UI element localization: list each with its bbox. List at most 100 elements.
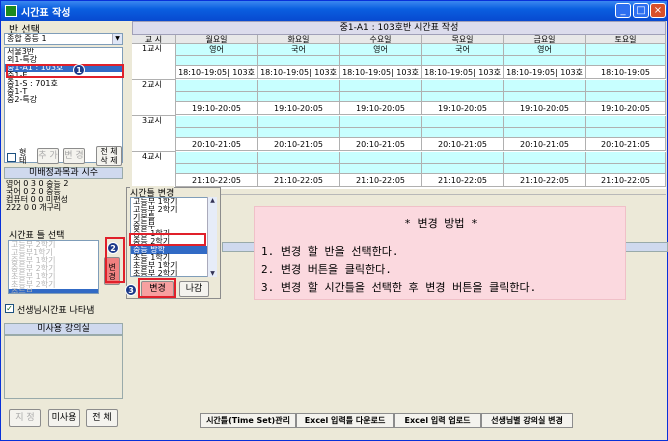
blank-cell[interactable]	[258, 56, 340, 66]
bottom-button[interactable]: 선생님별 강의실 변경	[481, 413, 573, 428]
subject-cell[interactable]	[258, 80, 340, 92]
time-cell[interactable]: 18:10-19:05| 103호	[258, 66, 340, 79]
time-cell[interactable]: 18:10-19:05| 103호	[422, 66, 504, 79]
add-button[interactable]: 추 가	[37, 148, 59, 164]
blank-cell[interactable]	[176, 128, 258, 138]
class-list-item[interactable]: 중2-특강	[5, 96, 122, 104]
blank-cell[interactable]	[258, 92, 340, 102]
unassigned-item[interactable]: 222 0 0 개구리	[4, 204, 123, 212]
blank-cell[interactable]	[258, 128, 340, 138]
shape-checkbox[interactable]	[7, 153, 16, 162]
time-cell[interactable]: 20:10-21:05	[340, 138, 422, 151]
scroll-down-icon[interactable]: ▼	[208, 270, 217, 277]
assign-button[interactable]: 지 정	[9, 409, 41, 427]
subject-cell[interactable]	[176, 152, 258, 164]
time-cell[interactable]: 20:10-21:05	[504, 138, 586, 151]
time-cell[interactable]: 21:10-22:05	[340, 174, 422, 187]
scroll-up-icon[interactable]: ▲	[208, 197, 217, 204]
time-cell[interactable]: 21:10-22:05	[422, 174, 504, 187]
bottom-button[interactable]: 시간틀(Time Set)관리	[200, 413, 296, 428]
time-cell[interactable]: 19:10-20:05	[422, 102, 504, 115]
subject-cell[interactable]	[586, 80, 666, 92]
time-cell[interactable]: 18:10-19:05	[586, 66, 666, 79]
blank-cell[interactable]	[340, 128, 422, 138]
title-bar[interactable]: 시간표 작성 _ □ ×	[1, 1, 667, 21]
blank-cell[interactable]	[176, 164, 258, 174]
close-icon[interactable]: ×	[650, 3, 666, 18]
time-cell[interactable]: 21:10-22:05	[176, 174, 258, 187]
subject-cell[interactable]	[176, 116, 258, 128]
time-cell[interactable]: 19:10-20:05	[258, 102, 340, 115]
chevron-down-icon[interactable]: ▼	[112, 34, 122, 44]
blank-cell[interactable]	[422, 128, 504, 138]
blank-cell[interactable]	[504, 56, 586, 66]
blank-cell[interactable]	[176, 92, 258, 102]
time-cell[interactable]: 20:10-21:05	[586, 138, 666, 151]
time-cell[interactable]: 18:10-19:05| 103호	[504, 66, 586, 79]
time-cell[interactable]: 21:10-22:05	[586, 174, 666, 187]
subject-cell[interactable]	[504, 80, 586, 92]
subject-cell[interactable]	[258, 116, 340, 128]
teacher-checkbox[interactable]: ✓	[5, 304, 14, 313]
subject-cell[interactable]	[422, 80, 504, 92]
subject-cell[interactable]	[340, 152, 422, 164]
bottom-button[interactable]: Excel 입력 업로드	[394, 413, 481, 428]
time-cell[interactable]: 20:10-21:05	[258, 138, 340, 151]
time-cell[interactable]: 20:10-21:05	[422, 138, 504, 151]
popup-exit-button[interactable]: 나감	[179, 281, 209, 297]
delete-all-button[interactable]: 전 체 삭 제	[96, 146, 122, 166]
time-cell[interactable]: 19:10-20:05	[504, 102, 586, 115]
subject-cell[interactable]	[422, 152, 504, 164]
time-cell[interactable]: 19:10-20:05	[586, 102, 666, 115]
blank-cell[interactable]	[422, 92, 504, 102]
subject-cell[interactable]	[504, 116, 586, 128]
time-cell[interactable]: 20:10-21:05	[176, 138, 258, 151]
subject-cell[interactable]	[258, 152, 340, 164]
time-cell[interactable]: 21:10-22:05	[504, 174, 586, 187]
blank-cell[interactable]	[504, 128, 586, 138]
minimize-icon[interactable]: _	[615, 3, 631, 18]
time-cell[interactable]: 19:10-20:05	[340, 102, 422, 115]
blank-cell[interactable]	[504, 92, 586, 102]
subject-cell[interactable]: 국어	[422, 44, 504, 56]
time-cell[interactable]: 18:10-19:05| 103호	[176, 66, 258, 79]
blank-cell[interactable]	[340, 164, 422, 174]
subject-cell[interactable]: 영어	[176, 44, 258, 56]
all-button[interactable]: 전 체	[86, 409, 118, 427]
blank-cell[interactable]	[176, 56, 258, 66]
subject-cell[interactable]: 국어	[258, 44, 340, 56]
subject-cell[interactable]	[586, 116, 666, 128]
subject-cell[interactable]	[422, 116, 504, 128]
time-cell[interactable]: 21:10-22:05	[258, 174, 340, 187]
subject-cell[interactable]	[586, 152, 666, 164]
popup-scrollbar[interactable]: ▲ ▼	[207, 197, 217, 277]
blank-cell[interactable]	[422, 56, 504, 66]
class-combo[interactable]: 종합 중등 1 ▼	[4, 33, 123, 45]
unused-button[interactable]: 미사용	[48, 409, 80, 427]
change-button[interactable]: 변 경	[63, 148, 85, 164]
timeset-list[interactable]: 고등부 2학기 고등부1학기 중등부 1학기 중등부 2학기 초등부 1학기 초등부 2학…	[8, 240, 99, 294]
maximize-icon[interactable]: □	[633, 3, 649, 18]
unused-room-list[interactable]	[4, 335, 123, 399]
popup-list-item[interactable]: 초등부 2학기	[131, 270, 216, 277]
subject-cell[interactable]: 영어	[340, 44, 422, 56]
blank-cell[interactable]	[586, 92, 666, 102]
subject-cell[interactable]	[340, 80, 422, 92]
blank-cell[interactable]	[258, 164, 340, 174]
blank-cell[interactable]	[422, 164, 504, 174]
bottom-button[interactable]: Excel 입력틀 다운로드	[296, 413, 394, 428]
subject-cell[interactable]	[340, 116, 422, 128]
timeset-list-item[interactable]: 중등부	[9, 289, 98, 293]
blank-cell[interactable]	[340, 92, 422, 102]
time-cell[interactable]: 19:10-20:05	[176, 102, 258, 115]
subject-cell[interactable]: 영어	[504, 44, 586, 56]
blank-cell[interactable]	[586, 128, 666, 138]
subject-cell[interactable]	[176, 80, 258, 92]
subject-cell[interactable]	[586, 44, 666, 56]
time-cell[interactable]: 18:10-19:05| 103호	[340, 66, 422, 79]
blank-cell[interactable]	[586, 164, 666, 174]
blank-cell[interactable]	[340, 56, 422, 66]
subject-cell[interactable]	[504, 152, 586, 164]
blank-cell[interactable]	[504, 164, 586, 174]
timetable-grid[interactable]: 교 시 월요일 화요일 수요일 목요일 금요일 토요일 1교시 영어 18:10-19:05| 1…	[132, 35, 666, 189]
